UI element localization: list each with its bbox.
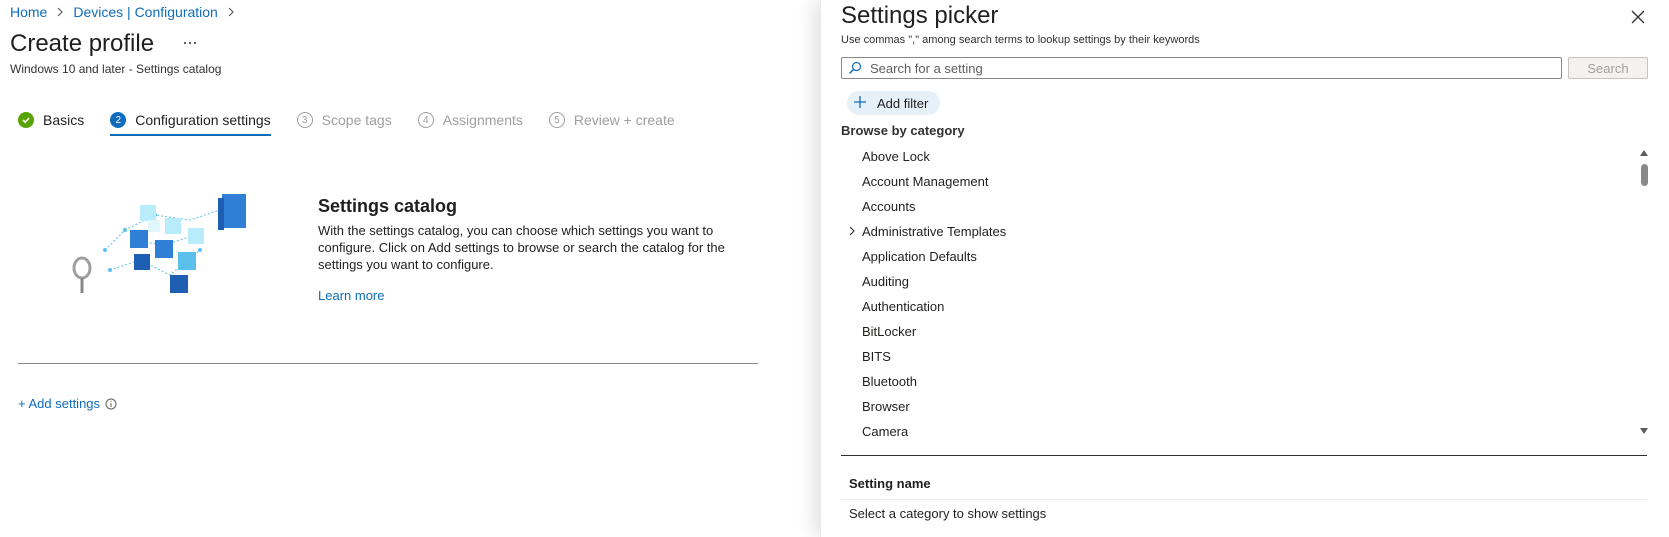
category-label: Above Lock (862, 149, 930, 164)
setting-name-column-header[interactable]: Setting name (849, 476, 931, 491)
close-icon[interactable] (1631, 10, 1645, 24)
search-hint: Use commas "," among search terms to loo… (841, 34, 1200, 46)
panel-title: Settings picker (841, 2, 999, 29)
category-item-camera[interactable]: Camera (841, 419, 1645, 444)
search-button[interactable]: Search (1568, 57, 1648, 79)
category-label: Administrative Templates (862, 224, 1007, 239)
chevron-right-icon[interactable] (846, 225, 858, 237)
breadcrumb: Home Devices | Configuration (10, 4, 238, 20)
step-basics[interactable]: Basics (18, 112, 84, 136)
category-item-bits[interactable]: BITS (841, 344, 1645, 369)
category-label: Accounts (862, 199, 916, 214)
settings-catalog-description: With the settings catalog, you can choos… (318, 223, 725, 272)
category-item-authentication[interactable]: Authentication (841, 294, 1645, 319)
step-assignments[interactable]: 4 Assignments (417, 112, 523, 136)
panel-divider (841, 455, 1647, 456)
scroll-down-icon[interactable] (1640, 428, 1648, 434)
scroll-thumb[interactable] (1641, 164, 1648, 186)
category-item-account-management[interactable]: Account Management (841, 169, 1645, 194)
scroll-up-icon[interactable] (1640, 150, 1648, 156)
section-divider (18, 363, 758, 364)
add-settings-button[interactable]: + Add settings (18, 396, 117, 411)
category-label: Authentication (862, 299, 945, 314)
category-item-auditing[interactable]: Auditing (841, 269, 1645, 294)
category-label: Bluetooth (862, 374, 917, 389)
category-label: Browser (862, 399, 910, 414)
step-label: Review + create (573, 112, 675, 128)
category-item-above-lock[interactable]: Above Lock (841, 144, 1645, 169)
category-item-bluetooth[interactable]: Bluetooth (841, 369, 1645, 394)
add-filter-label: Add filter (877, 95, 929, 111)
step-number: 2 (110, 112, 127, 128)
category-item-browser[interactable]: Browser (841, 394, 1645, 419)
settings-catalog-illustration (70, 190, 260, 310)
step-number: 5 (548, 112, 565, 128)
settings-picker-panel: Settings picker Use commas "," among sea… (820, 0, 1669, 537)
page-subtitle: Windows 10 and later - Settings catalog (10, 62, 222, 76)
breadcrumb-home[interactable]: Home (10, 4, 47, 20)
step-label: Scope tags (321, 112, 392, 128)
plus-icon (853, 95, 867, 112)
category-label: BitLocker (862, 324, 917, 339)
add-settings-label: + Add settings (18, 396, 101, 411)
info-icon[interactable] (105, 398, 117, 410)
learn-more-link[interactable]: Learn more (318, 288, 384, 303)
search-box (841, 57, 1562, 79)
chevron-right-icon (53, 5, 67, 19)
category-list: Above Lock Account Management Accounts A… (841, 144, 1645, 444)
step-review-create[interactable]: 5 Review + create (548, 112, 675, 136)
step-label: Basics (43, 112, 85, 128)
category-label: Camera (862, 424, 909, 439)
category-label: BITS (862, 349, 891, 364)
breadcrumb-devices-configuration[interactable]: Devices | Configuration (73, 4, 217, 20)
step-number: 3 (296, 112, 313, 128)
row-divider (841, 499, 1647, 500)
category-label: Account Management (862, 174, 989, 189)
category-label: Auditing (862, 274, 909, 289)
category-item-administrative-templates[interactable]: Administrative Templates (841, 219, 1645, 244)
settings-catalog-title: Settings catalog (318, 196, 458, 216)
category-label: Application Defaults (862, 249, 977, 264)
step-number: 4 (417, 112, 434, 128)
category-item-application-defaults[interactable]: Application Defaults (841, 244, 1645, 269)
checkmark-icon (18, 112, 34, 128)
category-scrollbar[interactable] (1638, 146, 1650, 436)
ellipsis-icon[interactable] (183, 36, 197, 50)
add-filter-button[interactable]: Add filter (847, 91, 941, 115)
chevron-right-icon (224, 5, 238, 19)
step-scope-tags[interactable]: 3 Scope tags (296, 112, 392, 136)
category-item-accounts[interactable]: Accounts (841, 194, 1645, 219)
empty-state-message: Select a category to show settings (849, 506, 1047, 521)
page-title: Create profile (10, 30, 155, 57)
category-item-bitlocker[interactable]: BitLocker (841, 319, 1645, 344)
search-input[interactable] (868, 59, 1561, 77)
search-icon (848, 61, 862, 75)
step-label: Configuration settings (135, 112, 271, 128)
browse-by-category-label: Browse by category (841, 123, 965, 138)
wizard-steps: Basics 2 Configuration settings 3 Scope … (18, 112, 701, 136)
step-label: Assignments (442, 112, 523, 128)
step-configuration-settings[interactable]: 2 Configuration settings (110, 112, 272, 136)
